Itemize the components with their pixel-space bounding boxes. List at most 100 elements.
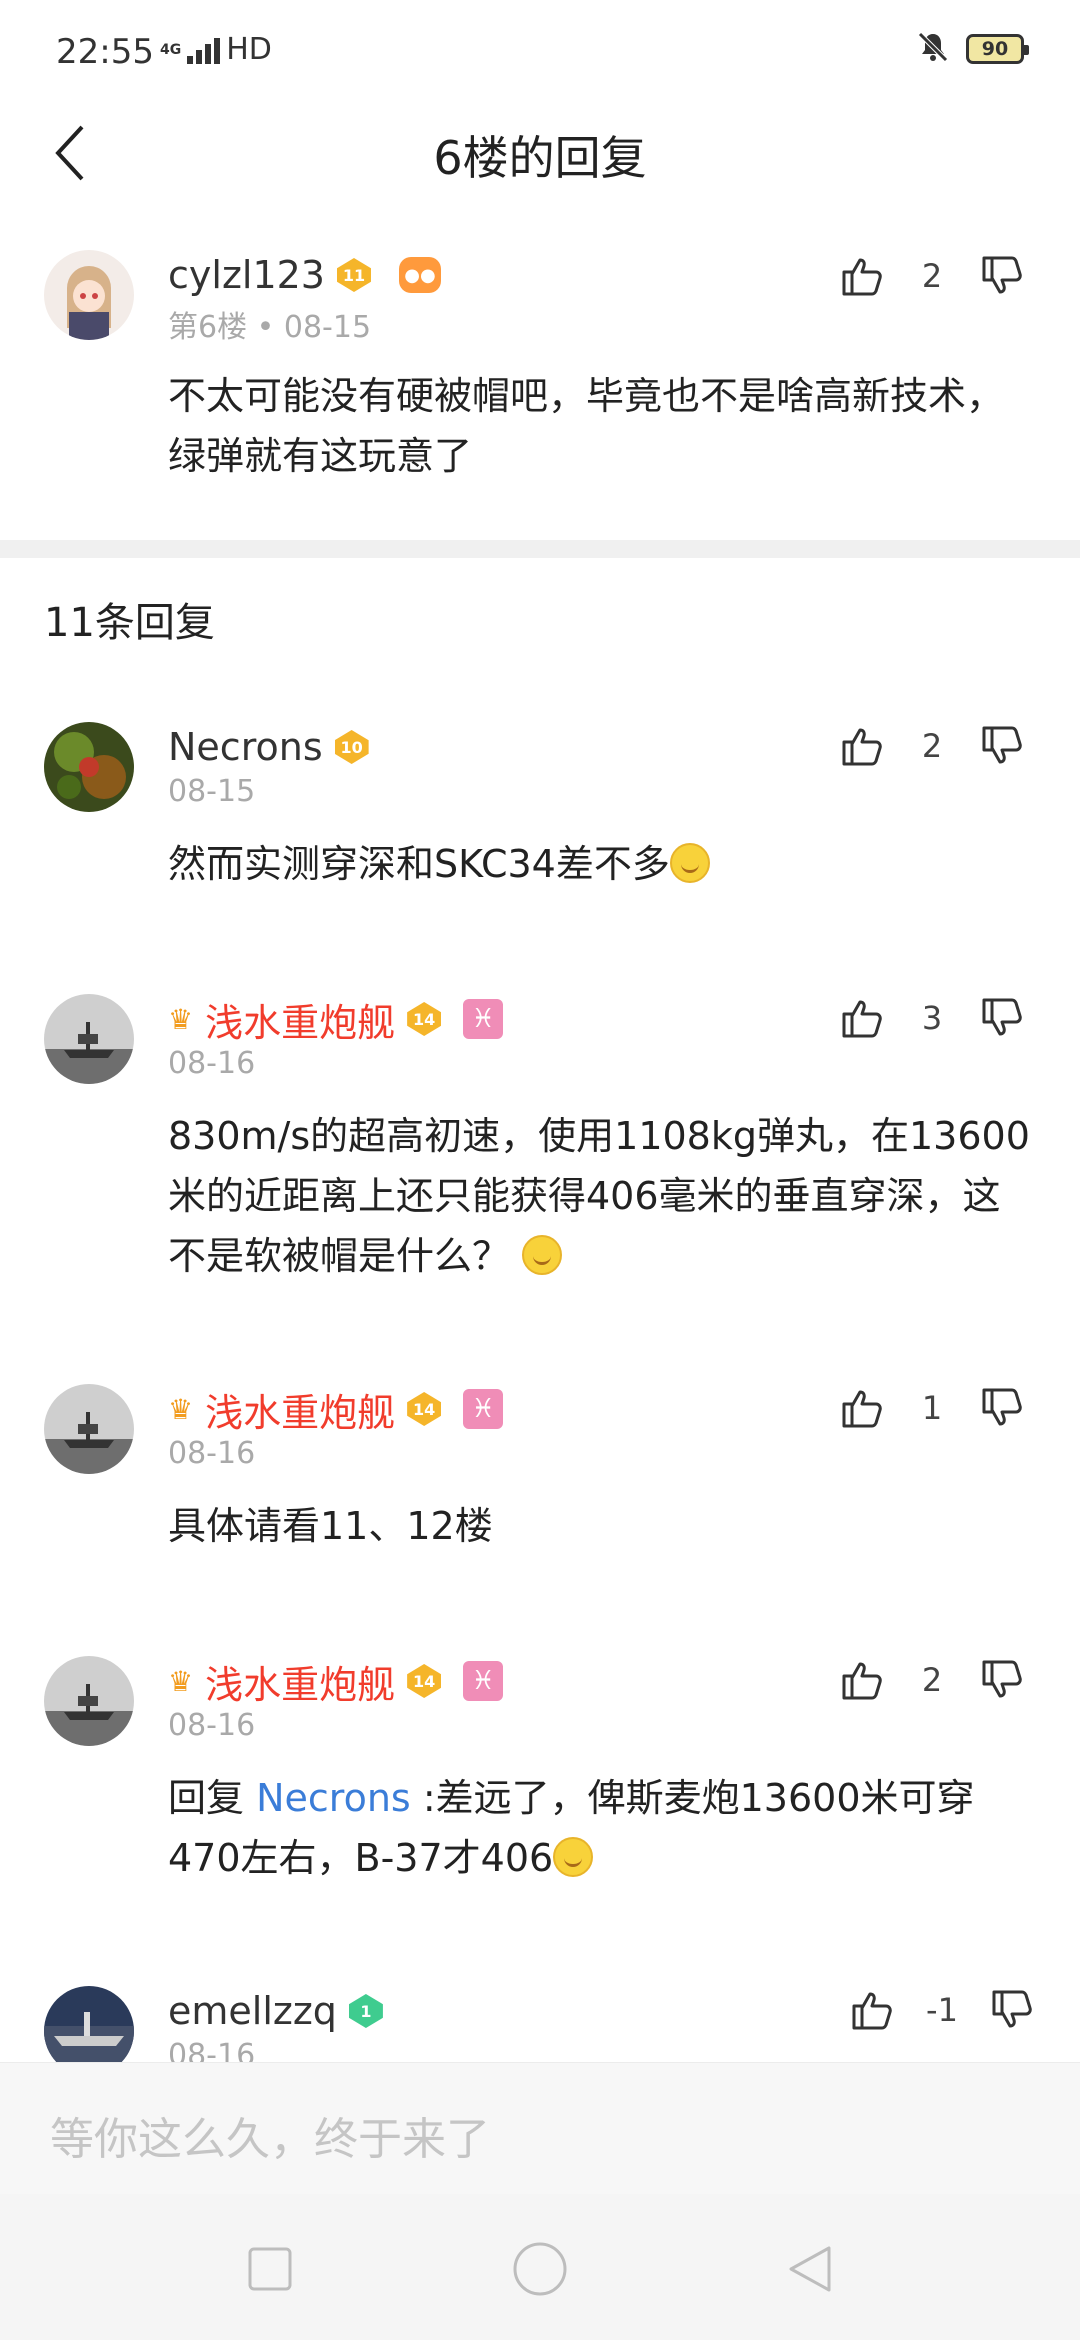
- like-count: -1: [926, 1991, 958, 2029]
- grin-emoji-icon: [553, 1837, 594, 1877]
- dislike-button[interactable]: [974, 1652, 1030, 1708]
- username[interactable]: 浅水重炮舰: [205, 992, 395, 1047]
- network-indicator: 4G HD: [160, 32, 272, 67]
- avatar[interactable]: [44, 1656, 134, 1746]
- thumbs-up-icon: [842, 1000, 882, 1038]
- dislike-button[interactable]: [974, 248, 1030, 304]
- page-title: 6楼的回复: [433, 131, 647, 185]
- reply-text: 830m/s的超高初速，使用1108kg弹丸，在13600米的近距离上还只能获得…: [168, 1114, 1030, 1278]
- back-nav-button[interactable]: [775, 2234, 845, 2304]
- like-button[interactable]: [844, 1986, 900, 2038]
- like-button[interactable]: [834, 990, 890, 1046]
- level-badge: 10: [335, 730, 369, 764]
- battery-icon: 90: [966, 34, 1029, 64]
- thumbs-down-icon: [982, 1388, 1022, 1426]
- like-count: 2: [921, 257, 943, 295]
- name-row: cylzl123 11 ●●: [168, 250, 441, 300]
- comment-meta: 第6楼 • 08-15: [168, 310, 372, 345]
- dislike-button[interactable]: [974, 718, 1030, 774]
- like-count: 2: [921, 1661, 943, 1699]
- crown-icon: ♛: [168, 1002, 194, 1036]
- pisces-icon: ♓: [463, 1389, 504, 1429]
- home-button[interactable]: [505, 2234, 575, 2304]
- status-time: 22:55: [56, 32, 154, 72]
- reply-text: 回复 Necrons :差远了，俾斯麦炮13600米可穿470左右，B-37才4…: [168, 1776, 975, 1880]
- vote-controls: 1: [834, 1380, 1030, 1436]
- reply-date: 08-16: [168, 1708, 256, 1743]
- level-badge: 11: [337, 258, 371, 292]
- crown-icon: ♛: [168, 1392, 194, 1426]
- like-button[interactable]: [834, 1380, 890, 1436]
- reply-text: 具体请看11、12楼: [168, 1504, 493, 1548]
- username[interactable]: Necrons: [168, 725, 323, 769]
- username[interactable]: 浅水重炮舰: [205, 1382, 395, 1437]
- pisces-icon: ♓: [463, 1661, 504, 1701]
- avatar[interactable]: [44, 994, 134, 1084]
- name-row: Necrons 10: [168, 722, 369, 772]
- thumbs-down-icon: [982, 256, 1022, 294]
- reply-date: 08-15: [168, 774, 256, 809]
- reply-date: 08-16: [168, 1046, 256, 1081]
- username[interactable]: emellzzq: [168, 1989, 337, 2033]
- reply-item: emellzzq 1 08-16 -1: [0, 1986, 1080, 2062]
- avatar[interactable]: [44, 1384, 134, 1474]
- system-nav-bar: [0, 2194, 1080, 2340]
- bell-off-icon: [916, 30, 950, 68]
- hd-label: HD: [226, 32, 272, 67]
- status-right: 90: [916, 30, 1029, 68]
- thumbs-down-icon: [992, 1990, 1032, 2028]
- smile-emoji-icon: [669, 843, 710, 883]
- vote-controls: 2: [834, 248, 1030, 304]
- thumbs-up-icon: [842, 1390, 882, 1428]
- name-row: ♛ 浅水重炮舰 14 ♓: [168, 1654, 504, 1709]
- thumbs-up-icon: [842, 728, 882, 766]
- like-count: 2: [921, 727, 943, 765]
- name-row: ♛ 浅水重炮舰 14 ♓: [168, 992, 504, 1047]
- name-row: emellzzq 1: [168, 1986, 383, 2036]
- like-button[interactable]: [834, 1652, 890, 1708]
- like-button[interactable]: [834, 718, 890, 774]
- dislike-button[interactable]: [984, 1986, 1040, 2038]
- thumbs-up-icon: [842, 258, 882, 296]
- like-count: 1: [921, 1389, 943, 1427]
- reply-input-bar[interactable]: 等你这么久，终于来了: [0, 2062, 1080, 2194]
- circle-icon: [513, 2242, 567, 2296]
- header: 6楼的回复: [0, 100, 1080, 210]
- signal-icon: [187, 36, 221, 64]
- like-button[interactable]: [834, 248, 890, 304]
- like-count: 3: [921, 999, 943, 1037]
- thumbs-down-icon: [982, 726, 1022, 764]
- mention-link[interactable]: Necrons: [256, 1776, 411, 1820]
- network-type: 4G: [160, 41, 182, 58]
- thumbs-up-icon: [852, 1992, 892, 2030]
- crown-icon: ♛: [168, 1664, 194, 1698]
- level-badge: 14: [407, 1002, 441, 1036]
- reply-text: 然而实测穿深和SKC34差不多: [168, 834, 1038, 894]
- avatar[interactable]: [44, 1986, 134, 2062]
- vote-controls: 3: [834, 990, 1030, 1046]
- section-divider: [0, 540, 1080, 558]
- thumbs-down-icon: [982, 1660, 1022, 1698]
- vote-controls: 2: [834, 718, 1030, 774]
- username[interactable]: cylzl123: [168, 253, 325, 297]
- dislike-button[interactable]: [974, 990, 1030, 1046]
- pisces-icon: ♓: [463, 999, 504, 1039]
- status-bar: 22:55 4G HD 90: [0, 0, 1080, 100]
- reply-date: 08-16: [168, 1436, 256, 1471]
- dislike-button[interactable]: [974, 1380, 1030, 1436]
- reply-date: 08-16: [168, 2038, 256, 2062]
- name-row: ♛ 浅水重炮舰 14 ♓: [168, 1382, 504, 1437]
- level-badge: 14: [407, 1664, 441, 1698]
- avatar[interactable]: [44, 250, 134, 340]
- username[interactable]: 浅水重炮舰: [205, 1654, 395, 1709]
- triangle-back-icon: [789, 2246, 831, 2292]
- thumbs-down-icon: [982, 998, 1022, 1036]
- reply-input-placeholder[interactable]: 等你这么久，终于来了: [50, 2103, 490, 2167]
- square-icon: [248, 2247, 292, 2291]
- battery-level: 90: [981, 38, 1009, 60]
- thumbs-up-icon: [842, 1662, 882, 1700]
- comment-text: 不太可能没有硬被帽吧，毕竟也不是啥高新技术，绿弹就有这玩意了: [168, 374, 1005, 478]
- avatar[interactable]: [44, 722, 134, 812]
- recent-apps-button[interactable]: [235, 2234, 305, 2304]
- level-badge: 1: [349, 1994, 383, 2028]
